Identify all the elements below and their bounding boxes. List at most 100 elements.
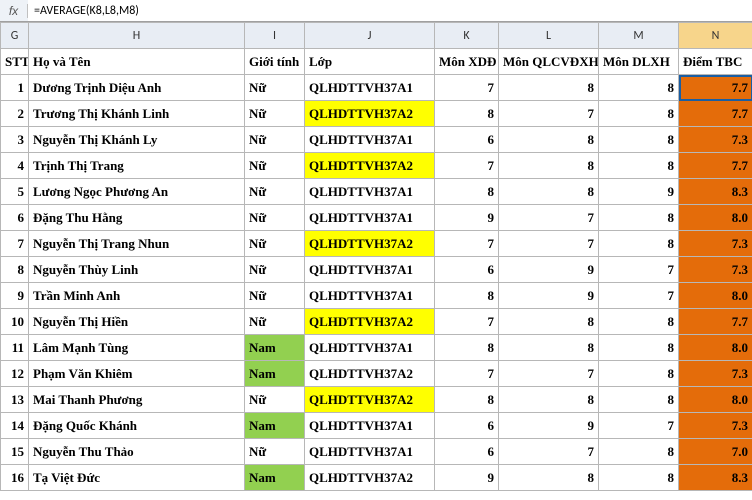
cell-tbc[interactable]: 7.7: [679, 309, 752, 335]
cell-score2[interactable]: 8: [499, 309, 599, 335]
cell-name[interactable]: Trần Minh Anh: [29, 283, 245, 309]
cell-name[interactable]: Tạ Việt Đức: [29, 465, 245, 491]
cell-class[interactable]: QLHDTTVH37A2: [305, 465, 435, 491]
cell-class[interactable]: QLHDTTVH37A1: [305, 413, 435, 439]
cell-score2[interactable]: 8: [499, 387, 599, 413]
cell-stt[interactable]: 9: [1, 283, 29, 309]
cell-score2[interactable]: 7: [499, 231, 599, 257]
cell-name[interactable]: Lương Ngọc Phương An: [29, 179, 245, 205]
cell-score3[interactable]: 8: [599, 205, 679, 231]
cell-score3[interactable]: 7: [599, 413, 679, 439]
cell-gender[interactable]: Nữ: [245, 283, 305, 309]
cell-tbc[interactable]: 7.0: [679, 439, 752, 465]
cell-class[interactable]: QLHDTTVH37A2: [305, 153, 435, 179]
cell-gender[interactable]: Nữ: [245, 387, 305, 413]
cell-gender[interactable]: Nữ: [245, 257, 305, 283]
cell-name[interactable]: Đặng Thu Hằng: [29, 205, 245, 231]
column-header-M[interactable]: M: [599, 23, 679, 49]
cell-class[interactable]: QLHDTTVH37A1: [305, 335, 435, 361]
cell-stt[interactable]: 3: [1, 127, 29, 153]
cell-class[interactable]: QLHDTTVH37A1: [305, 127, 435, 153]
cell-tbc[interactable]: 7.3: [679, 361, 752, 387]
cell-tbc[interactable]: 7.7: [679, 75, 752, 101]
cell-stt[interactable]: 15: [1, 439, 29, 465]
cell-class[interactable]: QLHDTTVH37A1: [305, 257, 435, 283]
cell-score3[interactable]: 8: [599, 153, 679, 179]
cell-score3[interactable]: 8: [599, 465, 679, 491]
cell-score1[interactable]: 6: [435, 127, 499, 153]
cell-name[interactable]: Phạm Văn Khiêm: [29, 361, 245, 387]
cell-stt[interactable]: 5: [1, 179, 29, 205]
cell-tbc[interactable]: 8.3: [679, 179, 752, 205]
cell-tbc[interactable]: 8.0: [679, 335, 752, 361]
cell-name[interactable]: Nguyễn Thị Khánh Ly: [29, 127, 245, 153]
cell-score1[interactable]: 8: [435, 335, 499, 361]
cell-gender[interactable]: Nam: [245, 465, 305, 491]
cell-gender[interactable]: Nam: [245, 361, 305, 387]
spreadsheet-grid[interactable]: GHIJKLMN STT Họ và Tên Giới tính Lớp Môn…: [0, 22, 752, 491]
cell-tbc[interactable]: 8.0: [679, 205, 752, 231]
cell-score2[interactable]: 8: [499, 179, 599, 205]
column-header-I[interactable]: I: [245, 23, 305, 49]
cell-gender[interactable]: Nữ: [245, 439, 305, 465]
cell-stt[interactable]: 14: [1, 413, 29, 439]
cell-gender[interactable]: Nữ: [245, 309, 305, 335]
cell-name[interactable]: Trịnh Thị Trang: [29, 153, 245, 179]
cell-tbc[interactable]: 7.3: [679, 231, 752, 257]
header-tbc[interactable]: Điểm TBC: [679, 49, 752, 75]
cell-tbc[interactable]: 8.3: [679, 465, 752, 491]
cell-gender[interactable]: Nữ: [245, 231, 305, 257]
cell-score1[interactable]: 7: [435, 153, 499, 179]
cell-score2[interactable]: 7: [499, 439, 599, 465]
cell-class[interactable]: QLHDTTVH37A1: [305, 75, 435, 101]
cell-name[interactable]: Nguyễn Thị Trang Nhun: [29, 231, 245, 257]
formula-input[interactable]: =AVERAGE(K8,L8,M8): [28, 0, 752, 21]
cell-tbc[interactable]: 8.0: [679, 387, 752, 413]
cell-score2[interactable]: 8: [499, 465, 599, 491]
header-score1[interactable]: Môn XDĐ: [435, 49, 499, 75]
cell-name[interactable]: Lâm Mạnh Tùng: [29, 335, 245, 361]
cell-tbc[interactable]: 7.3: [679, 127, 752, 153]
cell-score2[interactable]: 7: [499, 101, 599, 127]
fx-icon[interactable]: fx: [0, 4, 28, 18]
cell-score1[interactable]: 6: [435, 413, 499, 439]
header-class[interactable]: Lớp: [305, 49, 435, 75]
cell-stt[interactable]: 16: [1, 465, 29, 491]
cell-class[interactable]: QLHDTTVH37A2: [305, 101, 435, 127]
cell-tbc[interactable]: 7.3: [679, 413, 752, 439]
cell-score1[interactable]: 7: [435, 309, 499, 335]
cell-stt[interactable]: 10: [1, 309, 29, 335]
column-header-K[interactable]: K: [435, 23, 499, 49]
cell-gender[interactable]: Nam: [245, 335, 305, 361]
column-header-G[interactable]: G: [1, 23, 29, 49]
cell-tbc[interactable]: 8.0: [679, 283, 752, 309]
cell-class[interactable]: QLHDTTVH37A1: [305, 439, 435, 465]
cell-gender[interactable]: Nữ: [245, 179, 305, 205]
cell-name[interactable]: Nguyễn Thị Hiền: [29, 309, 245, 335]
cell-stt[interactable]: 4: [1, 153, 29, 179]
cell-score3[interactable]: 8: [599, 309, 679, 335]
cell-stt[interactable]: 12: [1, 361, 29, 387]
cell-score3[interactable]: 8: [599, 439, 679, 465]
cell-stt[interactable]: 7: [1, 231, 29, 257]
cell-score3[interactable]: 8: [599, 101, 679, 127]
header-name[interactable]: Họ và Tên: [29, 49, 245, 75]
cell-stt[interactable]: 1: [1, 75, 29, 101]
cell-gender[interactable]: Nữ: [245, 205, 305, 231]
header-gender[interactable]: Giới tính: [245, 49, 305, 75]
cell-name[interactable]: Mai Thanh Phương: [29, 387, 245, 413]
cell-score1[interactable]: 7: [435, 231, 499, 257]
cell-gender[interactable]: Nữ: [245, 127, 305, 153]
cell-score1[interactable]: 8: [435, 101, 499, 127]
column-header-L[interactable]: L: [499, 23, 599, 49]
cell-class[interactable]: QLHDTTVH37A1: [305, 205, 435, 231]
cell-score3[interactable]: 7: [599, 283, 679, 309]
cell-score2[interactable]: 7: [499, 361, 599, 387]
cell-score1[interactable]: 8: [435, 387, 499, 413]
cell-stt[interactable]: 13: [1, 387, 29, 413]
cell-score3[interactable]: 8: [599, 335, 679, 361]
cell-score3[interactable]: 8: [599, 361, 679, 387]
cell-class[interactable]: QLHDTTVH37A1: [305, 179, 435, 205]
cell-name[interactable]: Nguyễn Thùy Linh: [29, 257, 245, 283]
cell-score2[interactable]: 7: [499, 205, 599, 231]
